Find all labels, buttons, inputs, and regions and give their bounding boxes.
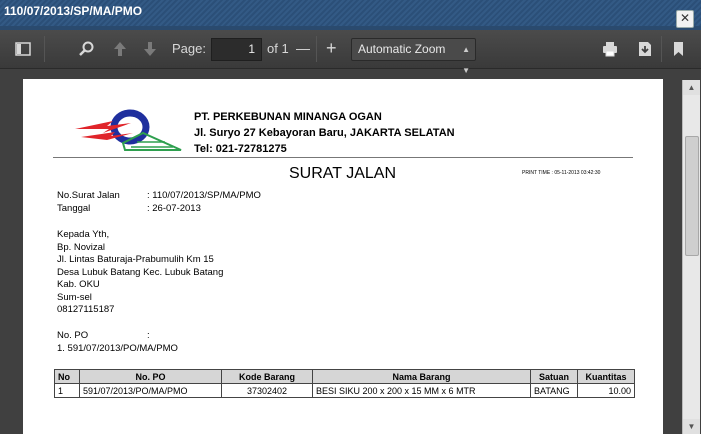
header-divider — [53, 157, 633, 158]
column-header: Kuantitas — [577, 369, 635, 384]
company-tel: Tel: 021-72781275 — [194, 143, 287, 155]
table-cell: BATANG — [530, 383, 578, 398]
column-header: Kode Barang — [221, 369, 313, 384]
column-header: Satuan — [530, 369, 578, 384]
document-title: SURAT JALAN — [289, 165, 396, 182]
pdf-toolbar: Page: 1 of 1 — + Automatic Zoom ▲ ▼ — [0, 30, 701, 75]
scroll-down-icon[interactable]: ▼ — [683, 419, 700, 434]
sidebar-toggle-icon[interactable] — [14, 40, 32, 58]
recipient-line: Kepada Yth, — [57, 229, 110, 240]
zoom-in-button[interactable]: + — [326, 38, 337, 59]
recipient-line: Jl. Lintas Baturaja-Prabumulih Km 15 — [57, 254, 214, 265]
company-address: Jl. Suryo 27 Kebayoran Baru, JAKARTA SEL… — [194, 127, 455, 139]
table-cell: 1 — [54, 383, 80, 398]
page-label: Page: — [172, 41, 206, 56]
no-value: : 110/07/2013/SP/MA/PMO — [147, 190, 261, 201]
column-header: No — [54, 369, 80, 384]
zoom-select[interactable]: Automatic Zoom ▲ ▼ — [351, 38, 476, 75]
recipient-block: Kepada Yth, Bp. Novizal Jl. Lintas Batur… — [57, 229, 223, 317]
scroll-thumb[interactable] — [685, 136, 699, 256]
recipient-line: Bp. Novizal — [57, 241, 106, 253]
po-colon: : — [147, 330, 150, 341]
pdf-page: PT. PERKEBUNAN MINANGA OGAN Jl. Suryo 27… — [23, 79, 663, 434]
dialog-title-bar: 110/07/2013/SP/MA/PMO — [0, 0, 701, 26]
print-time: PRINT TIME : 05-11-2013 03:42:30 — [522, 170, 601, 176]
date-value: : 26-07-2013 — [147, 203, 201, 214]
table-header-row: No No. PO Kode Barang Nama Barang Satuan… — [54, 369, 635, 384]
table-cell: 591/07/2013/PO/MA/PMO — [79, 383, 222, 398]
table-cell: 37302402 — [221, 383, 313, 398]
column-header: No. PO — [79, 369, 222, 384]
scroll-up-icon[interactable]: ▲ — [683, 80, 700, 95]
vertical-scrollbar[interactable]: ▲ ▼ — [682, 80, 700, 434]
company-name: PT. PERKEBUNAN MINANGA OGAN — [194, 111, 382, 123]
items-table: No No. PO Kode Barang Nama Barang Satuan… — [54, 369, 635, 398]
page-number-input[interactable]: 1 — [211, 38, 262, 61]
previous-page-icon[interactable] — [111, 40, 129, 58]
bookmark-icon[interactable] — [670, 40, 688, 58]
pdf-viewer: Page: 1 of 1 — + Automatic Zoom ▲ ▼ PT. … — [0, 30, 701, 434]
company-info: PT. PERKEBUNAN MINANGA OGAN Jl. Suryo 27… — [194, 109, 455, 157]
table-cell: 10.00 — [577, 383, 635, 398]
date-label: Tanggal — [57, 203, 91, 214]
zoom-out-button[interactable]: — — [296, 40, 310, 56]
recipient-line: 08127115187 — [57, 304, 115, 315]
close-button[interactable]: ✕ — [676, 10, 694, 28]
company-logo — [75, 109, 182, 151]
page-count: of 1 — [267, 41, 289, 56]
column-header: Nama Barang — [312, 369, 531, 384]
no-label: No.Surat Jalan — [57, 190, 120, 201]
download-icon[interactable] — [636, 40, 654, 58]
recipient-line: Kab. OKU — [57, 279, 100, 290]
search-icon[interactable] — [78, 40, 96, 58]
next-page-icon[interactable] — [141, 40, 159, 58]
table-cell: BESI SIKU 200 x 200 x 15 MM x 6 MTR — [312, 383, 531, 398]
print-icon[interactable] — [601, 40, 619, 58]
recipient-line: Desa Lubuk Batang Kec. Lubuk Batang — [57, 266, 224, 278]
po-label: No. PO — [57, 330, 89, 341]
zoom-select-value: Automatic Zoom — [358, 42, 446, 56]
dialog-title: 110/07/2013/SP/MA/PMO — [4, 4, 143, 18]
table-row: 1 591/07/2013/PO/MA/PMO 37302402 BESI SI… — [54, 383, 635, 398]
po-item: 1. 591/07/2013/PO/MA/PMO — [57, 343, 178, 354]
recipient-line: Sum-sel — [57, 291, 92, 303]
zoom-arrows-icon: ▲ ▼ — [462, 45, 470, 75]
